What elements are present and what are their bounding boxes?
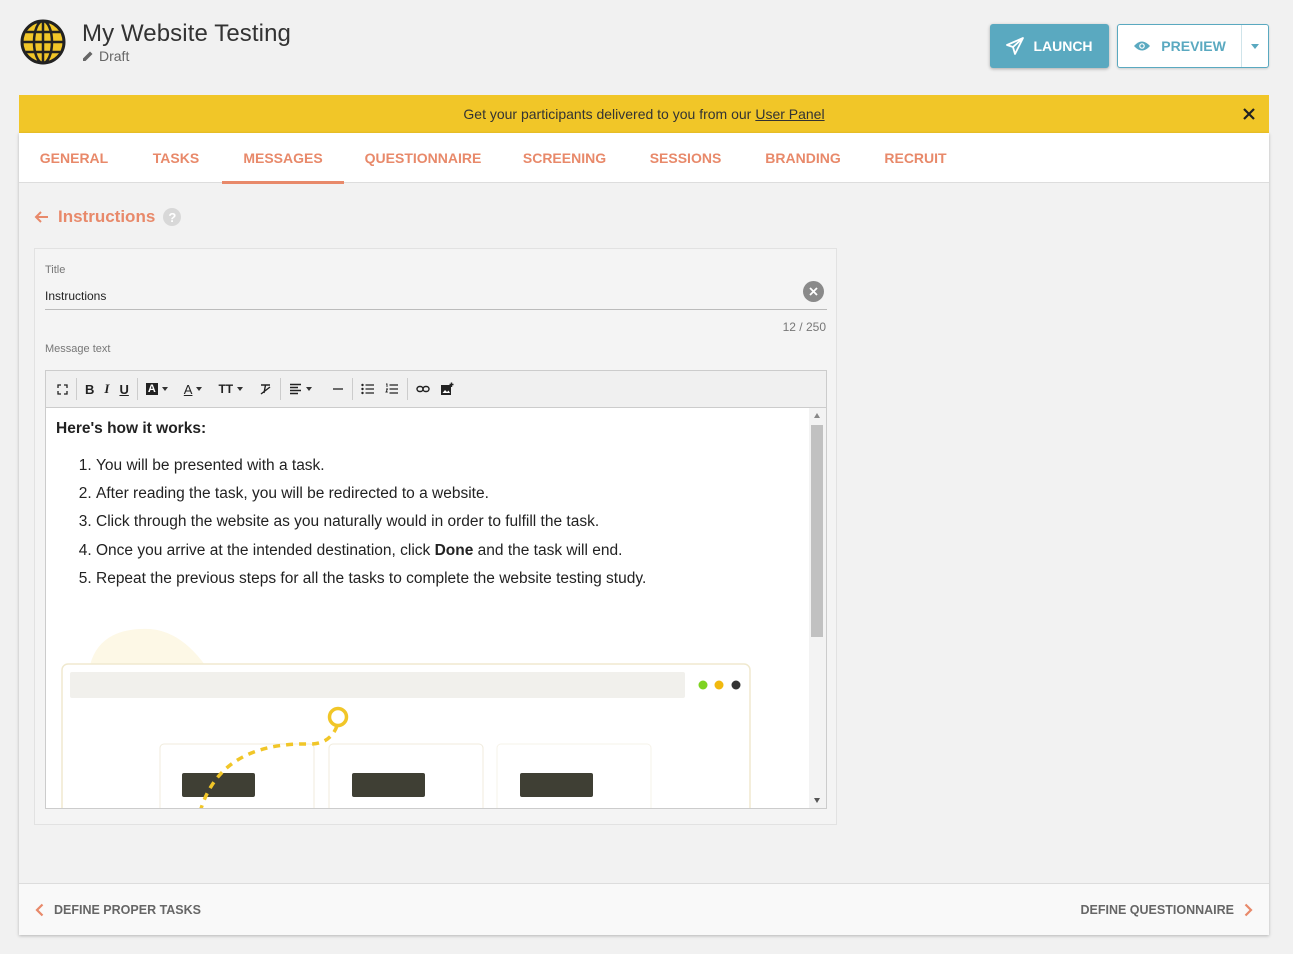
underline-button[interactable]: U: [114, 377, 133, 401]
page-title: My Website Testing: [82, 20, 291, 47]
preview-dropdown-toggle[interactable]: [1241, 25, 1268, 67]
editor-card: GENERAL TASKS MESSAGES QUESTIONNAIRE SCR…: [19, 133, 1269, 935]
fullscreen-icon: [57, 383, 68, 395]
tab-tasks[interactable]: TASKS: [129, 133, 223, 183]
send-icon: [1006, 37, 1025, 55]
next-step-link[interactable]: DEFINE QUESTIONNAIRE: [1081, 903, 1254, 917]
image-icon: [441, 382, 454, 395]
tab-branding[interactable]: BRANDING: [744, 133, 862, 183]
arrow-left-icon[interactable]: [34, 209, 50, 225]
tab-messages[interactable]: MESSAGES: [222, 133, 344, 184]
tab-recruit[interactable]: RECRUIT: [862, 133, 969, 183]
tab-sessions[interactable]: SESSIONS: [627, 133, 744, 183]
scroll-down-icon[interactable]: [814, 798, 820, 803]
scroll-up-icon[interactable]: [814, 413, 820, 418]
close-icon: [809, 287, 818, 296]
list-item: Once you arrive at the intended destinat…: [96, 537, 798, 565]
fullscreen-button[interactable]: [52, 377, 73, 401]
insert-image-button[interactable]: [435, 377, 459, 401]
italic-icon: I: [104, 381, 110, 396]
insert-link-button[interactable]: [411, 377, 435, 401]
list-item: After reading the task, you will be redi…: [96, 480, 798, 508]
toolbar-divider: [407, 378, 409, 400]
user-panel-link[interactable]: User Panel: [755, 106, 824, 122]
bold-button[interactable]: B: [80, 377, 99, 401]
toolbar-divider: [280, 378, 282, 400]
promo-banner: Get your participants delivered to you f…: [19, 95, 1269, 133]
next-step-label: DEFINE QUESTIONNAIRE: [1080, 902, 1235, 917]
link-icon: [416, 385, 430, 393]
status-indicator[interactable]: Draft: [82, 48, 129, 64]
preview-button[interactable]: PREVIEW: [1118, 25, 1241, 67]
tab-general[interactable]: GENERAL: [19, 133, 129, 183]
clear-title-button[interactable]: [803, 281, 824, 302]
clear-format-button[interactable]: [254, 377, 277, 401]
bold-icon: B: [85, 381, 95, 397]
highlight-icon: A: [145, 383, 158, 395]
text-color-icon: A: [183, 381, 193, 397]
title-field-label: Title: [45, 264, 66, 276]
preview-button-group: PREVIEW: [1117, 24, 1269, 68]
chevron-left-icon: [35, 903, 44, 916]
toolbar-divider: [352, 378, 354, 400]
editor-scrollbar[interactable]: [809, 408, 826, 808]
tab-bar: GENERAL TASKS MESSAGES QUESTIONNAIRE SCR…: [19, 133, 1269, 184]
clear-format-icon: [260, 384, 271, 395]
font-size-icon: TT: [218, 382, 234, 396]
help-icon[interactable]: ?: [163, 208, 182, 226]
background-color-button[interactable]: A: [141, 377, 173, 401]
editor-content[interactable]: Here's how it works: You will be present…: [46, 408, 808, 808]
list-item: Click through the website as you natural…: [96, 508, 798, 536]
scrollbar-thumb[interactable]: [811, 425, 823, 637]
tab-screening[interactable]: SCREENING: [502, 133, 627, 183]
previous-step-link[interactable]: DEFINE PROPER TASKS: [35, 903, 201, 917]
align-left-icon: [290, 383, 302, 395]
message-field-label: Message text: [45, 343, 111, 355]
close-icon[interactable]: [1241, 106, 1257, 122]
title-input[interactable]: [45, 282, 827, 310]
numbered-list-icon: [385, 383, 399, 394]
align-button[interactable]: [284, 377, 317, 401]
horizontal-rule-icon: [333, 388, 344, 390]
chevron-down-icon: [1251, 43, 1260, 49]
numbered-list-button[interactable]: [380, 377, 404, 401]
italic-button[interactable]: I: [99, 377, 114, 401]
previous-step-label: DEFINE PROPER TASKS: [54, 902, 202, 917]
globe-icon: [20, 19, 66, 65]
launch-label: LAUNCH: [1033, 38, 1093, 54]
horizontal-rule-button[interactable]: [327, 377, 349, 401]
content-heading: Here's how it works:: [56, 420, 207, 437]
character-counter: 12 / 250: [782, 320, 826, 334]
list-item: You will be presented with a task.: [96, 452, 798, 480]
bullet-list-button[interactable]: [356, 377, 380, 401]
launch-button[interactable]: LAUNCH: [990, 24, 1109, 68]
list-item: Repeat the previous steps for all the ta…: [96, 565, 798, 593]
editor-toolbar: B I U A A TT: [46, 371, 826, 408]
chevron-right-icon: [1244, 903, 1253, 916]
eye-icon: [1134, 41, 1151, 51]
section-title: Instructions: [58, 207, 156, 226]
tab-questionnaire[interactable]: QUESTIONNAIRE: [344, 133, 502, 183]
banner-text: Get your participants delivered to you f…: [463, 106, 752, 122]
toolbar-divider: [136, 378, 138, 400]
app-header: My Website Testing Draft LAUNCH PREVIEW: [0, 0, 1293, 95]
section-header: Instructions ?: [34, 207, 182, 227]
website-illustration: [61, 628, 751, 808]
underline-icon: U: [119, 381, 129, 397]
steps-list: You will be presented with a task. After…: [56, 452, 798, 593]
step-navigation: DEFINE PROPER TASKS DEFINE QUESTIONNAIRE: [19, 883, 1269, 935]
rich-text-editor: B I U A A TT Here's how it works: 1. You…: [45, 370, 827, 809]
status-text: Draft: [99, 48, 130, 64]
text-color-button[interactable]: A: [179, 377, 208, 401]
pencil-icon: [83, 51, 93, 61]
toolbar-divider: [76, 378, 77, 400]
bullet-list-icon: [361, 383, 375, 395]
font-size-button[interactable]: TT: [213, 377, 248, 401]
message-form: Title 12 / 250 Message text B I U A A: [34, 248, 837, 825]
preview-label: PREVIEW: [1161, 38, 1226, 54]
